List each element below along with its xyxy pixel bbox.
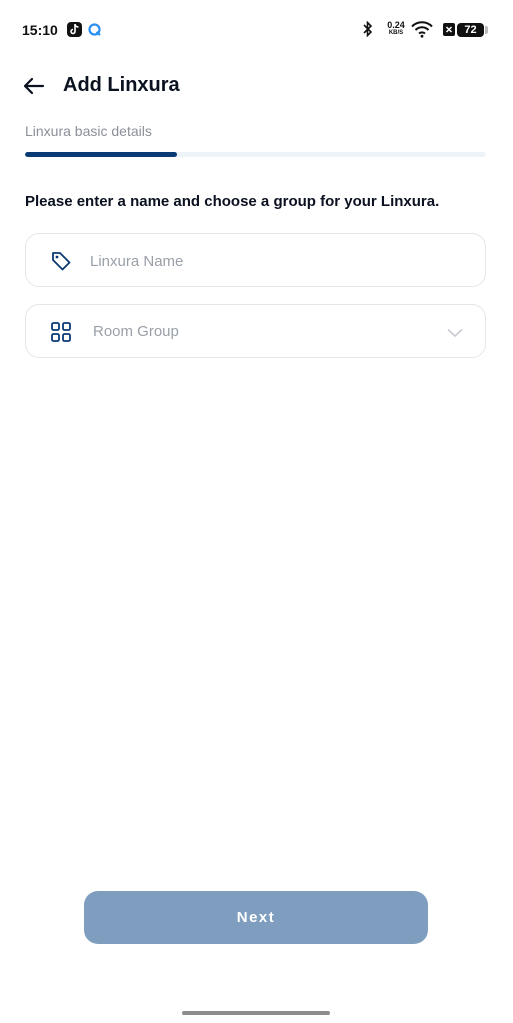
- header: Add Linxura: [0, 68, 513, 104]
- screen: 15:10 0.24 KB/S 72 Add Linxura Linxura b…: [0, 0, 513, 1023]
- status-bar: 15:10 0.24 KB/S 72: [0, 0, 513, 60]
- x-icon: [443, 23, 455, 41]
- progress-fill: [25, 152, 178, 157]
- linxura-name-field[interactable]: [25, 233, 486, 287]
- bluetooth-icon: [363, 20, 373, 42]
- instruction-text: Please enter a name and choose a group f…: [25, 193, 440, 210]
- room-group-placeholder: Room Group: [93, 323, 179, 340]
- status-time: 15:10: [22, 22, 58, 38]
- back-button[interactable]: [20, 72, 48, 100]
- tag-icon: [50, 250, 72, 277]
- arrow-left-icon: [23, 77, 45, 95]
- network-speed-value: 0.24: [387, 20, 405, 30]
- home-indicator: [182, 1011, 330, 1015]
- room-group-select[interactable]: Room Group: [25, 304, 486, 358]
- wifi-icon: [411, 21, 433, 43]
- qq-icon: [87, 22, 102, 37]
- battery-icon: 72: [457, 23, 488, 37]
- chevron-down-icon[interactable]: [447, 325, 463, 343]
- network-speed: 0.24 KB/S: [383, 21, 409, 37]
- page-title: Add Linxura: [63, 74, 180, 96]
- next-button[interactable]: Next: [84, 891, 428, 944]
- progress-bar: [25, 152, 486, 157]
- tiktok-icon: [67, 22, 82, 37]
- network-speed-unit: KB/S: [388, 30, 404, 36]
- grid-icon: [50, 321, 72, 348]
- linxura-name-input[interactable]: [90, 244, 470, 278]
- step-label: Linxura basic details: [25, 123, 152, 139]
